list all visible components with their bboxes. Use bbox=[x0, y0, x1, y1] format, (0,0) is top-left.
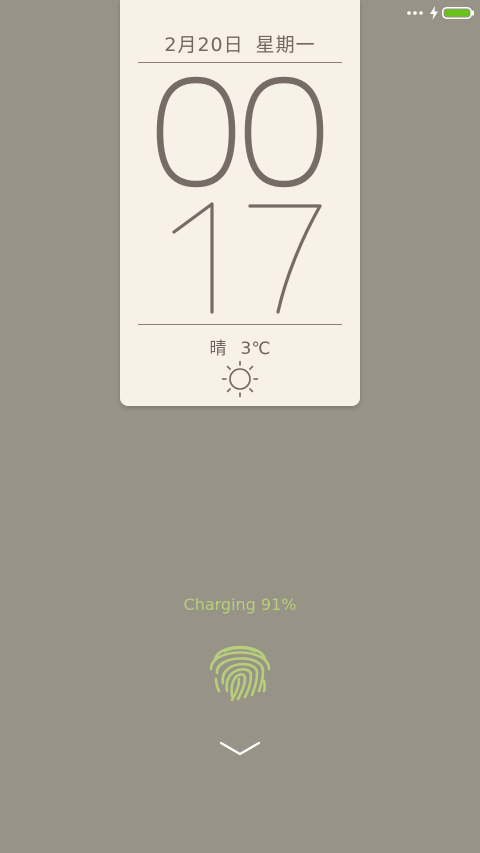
charging-bolt-icon bbox=[430, 6, 438, 20]
sun-icon bbox=[221, 360, 259, 398]
minute-digit-0 bbox=[172, 202, 214, 314]
date-text: 2月20日 bbox=[164, 34, 244, 56]
weather-condition: 晴 bbox=[209, 339, 227, 359]
weather-divider bbox=[138, 324, 342, 325]
hour-digit-0 bbox=[156, 76, 236, 188]
clock-minutes bbox=[120, 198, 360, 318]
charging-status-text: Charging 91% bbox=[183, 595, 297, 614]
battery-icon bbox=[442, 7, 474, 19]
fingerprint-icon[interactable] bbox=[205, 633, 275, 703]
lock-clock-card[interactable]: 2月20日 星期一 晴 3℃ bbox=[120, 0, 360, 406]
weather-temperature: 3℃ bbox=[240, 339, 271, 359]
weekday-text: 星期一 bbox=[255, 34, 316, 56]
hour-digit-1 bbox=[244, 76, 324, 188]
clock-hours bbox=[120, 72, 360, 192]
date-line: 2月20日 星期一 bbox=[120, 30, 360, 57]
date-divider bbox=[138, 62, 342, 63]
weather-line: 晴 3℃ bbox=[120, 334, 360, 359]
chevron-down-icon[interactable] bbox=[219, 740, 261, 758]
more-dots-icon bbox=[407, 11, 423, 15]
minute-digit-1 bbox=[248, 204, 322, 314]
